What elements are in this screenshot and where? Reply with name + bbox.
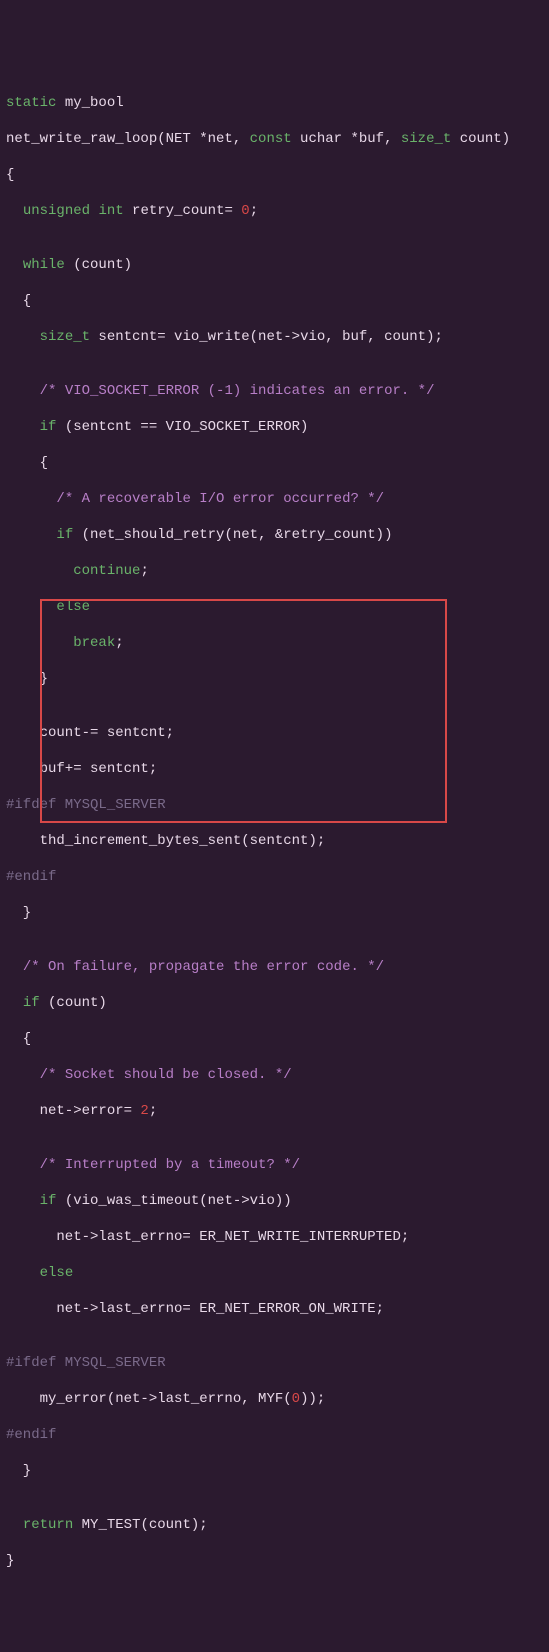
code-line: } xyxy=(6,1462,549,1480)
code-line: break; xyxy=(6,634,549,652)
code-line: if (net_should_retry(net, &retry_count)) xyxy=(6,526,549,544)
preprocessor: #endif xyxy=(6,869,56,885)
code-line: } xyxy=(6,904,549,922)
code-line: { xyxy=(6,454,549,472)
keyword: if xyxy=(56,527,73,543)
code-line: /* VIO_SOCKET_ERROR (-1) indicates an er… xyxy=(6,382,549,400)
code-line: { xyxy=(6,1030,549,1048)
comment: /* Socket should be closed. */ xyxy=(40,1067,292,1083)
keyword: while xyxy=(23,257,65,273)
keyword: if xyxy=(40,1193,57,1209)
code-line: /* On failure, propagate the error code.… xyxy=(6,958,549,976)
code-line: size_t sentcnt= vio_write(net->vio, buf,… xyxy=(6,328,549,346)
code-line: else xyxy=(6,598,549,616)
code-viewer: static my_bool net_write_raw_loop(NET *n… xyxy=(6,76,549,1606)
comment: /* A recoverable I/O error occurred? */ xyxy=(56,491,384,507)
indent xyxy=(6,203,23,219)
type: size_t xyxy=(40,329,90,345)
keyword: return xyxy=(23,1517,73,1533)
brace: { xyxy=(6,167,14,183)
code-line: unsigned int retry_count= 0; xyxy=(6,202,549,220)
code-line: net->last_errno= ER_NET_ERROR_ON_WRITE; xyxy=(6,1300,549,1318)
code-line: /* Socket should be closed. */ xyxy=(6,1066,549,1084)
code-line: net->last_errno= ER_NET_WRITE_INTERRUPTE… xyxy=(6,1228,549,1246)
code-line: if (sentcnt == VIO_SOCKET_ERROR) xyxy=(6,418,549,436)
code-line: #endif xyxy=(6,1426,549,1444)
keyword: else xyxy=(40,1265,74,1281)
code-line: } xyxy=(6,670,549,688)
code-line: /* A recoverable I/O error occurred? */ xyxy=(6,490,549,508)
code-line: { xyxy=(6,292,549,310)
code-text: retry_count= xyxy=(124,203,242,219)
keyword: static xyxy=(6,95,56,111)
code-line: if (count) xyxy=(6,994,549,1012)
comment: /* On failure, propagate the error code.… xyxy=(23,959,384,975)
code-line: #ifdef MYSQL_SERVER xyxy=(6,1354,549,1372)
code-line: { xyxy=(6,166,549,184)
keyword: if xyxy=(40,419,57,435)
keyword: int xyxy=(98,203,123,219)
code-line: static my_bool xyxy=(6,94,549,112)
preprocessor: #ifdef MYSQL_SERVER xyxy=(6,1355,166,1371)
code-text: net_write_raw_loop(NET *net, xyxy=(6,131,250,147)
code-line: my_error(net->last_errno, MYF(0)); xyxy=(6,1390,549,1408)
code-line: #ifdef MYSQL_SERVER xyxy=(6,796,549,814)
number: 0 xyxy=(241,203,249,219)
keyword: if xyxy=(23,995,40,1011)
preprocessor: #ifdef MYSQL_SERVER xyxy=(6,797,166,813)
code-line: buf+= sentcnt; xyxy=(6,760,549,778)
comment: /* VIO_SOCKET_ERROR (-1) indicates an er… xyxy=(40,383,435,399)
code-line: } xyxy=(6,1552,549,1570)
type: size_t xyxy=(401,131,451,147)
highlight-box xyxy=(40,599,447,823)
code-text: count) xyxy=(451,131,510,147)
code-line: net_write_raw_loop(NET *net, const uchar… xyxy=(6,130,549,148)
code-line: thd_increment_bytes_sent(sentcnt); xyxy=(6,832,549,850)
number: 2 xyxy=(140,1103,148,1119)
keyword: else xyxy=(56,599,90,615)
code-line: if (vio_was_timeout(net->vio)) xyxy=(6,1192,549,1210)
identifier: my_bool xyxy=(56,95,123,111)
keyword: continue xyxy=(73,563,140,579)
code-text: uchar *buf, xyxy=(292,131,401,147)
code-line: else xyxy=(6,1264,549,1282)
code-line: count-= sentcnt; xyxy=(6,724,549,742)
code-line: while (count) xyxy=(6,256,549,274)
code-line: net->error= 2; xyxy=(6,1102,549,1120)
number: 0 xyxy=(292,1391,300,1407)
comment: /* Interrupted by a timeout? */ xyxy=(40,1157,300,1173)
keyword: unsigned xyxy=(23,203,90,219)
code-line: #endif xyxy=(6,868,549,886)
keyword: break xyxy=(73,635,115,651)
keyword: const xyxy=(250,131,292,147)
code-line: return MY_TEST(count); xyxy=(6,1516,549,1534)
code-line: /* Interrupted by a timeout? */ xyxy=(6,1156,549,1174)
code-line: continue; xyxy=(6,562,549,580)
preprocessor: #endif xyxy=(6,1427,56,1443)
